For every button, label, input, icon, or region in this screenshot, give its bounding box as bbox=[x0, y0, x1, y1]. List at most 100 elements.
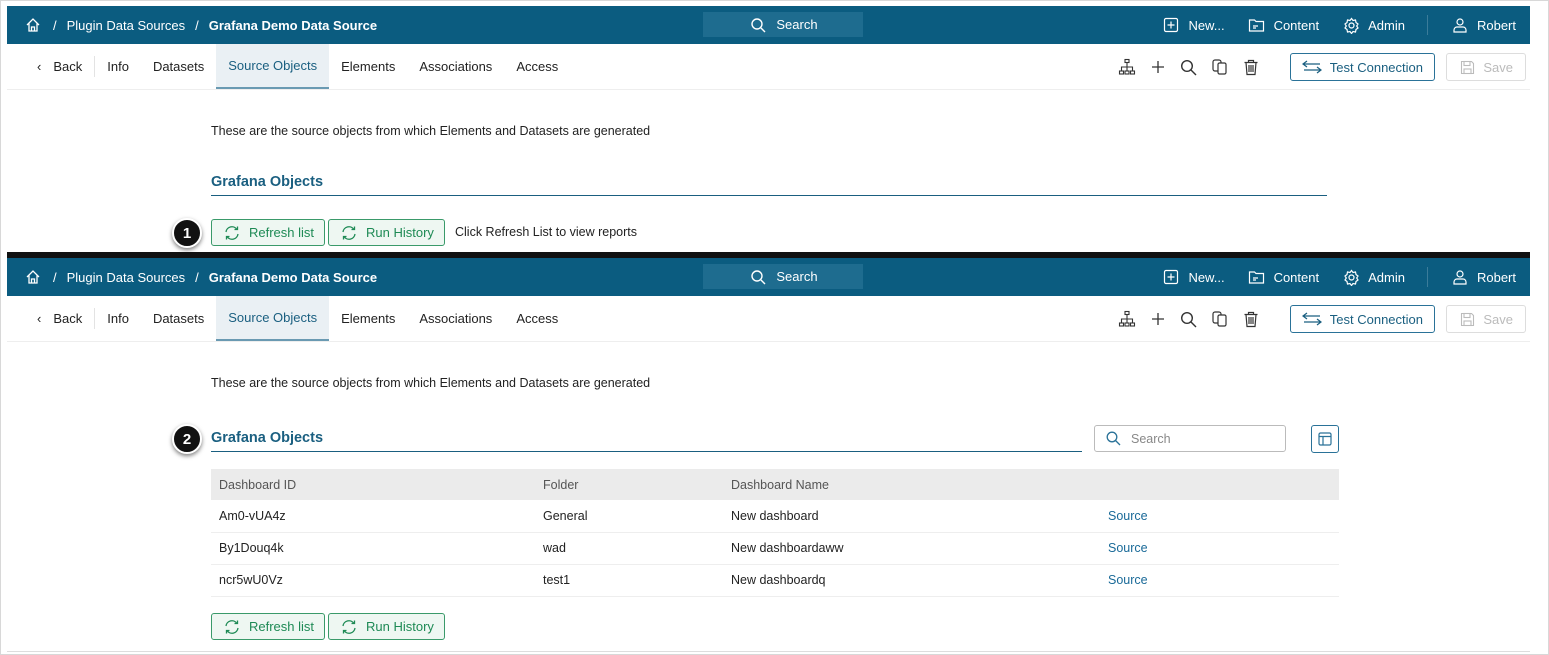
source-link[interactable]: Source bbox=[1108, 541, 1148, 555]
tab-associations[interactable]: Associations bbox=[407, 296, 504, 341]
content-button[interactable]: Content bbox=[1247, 15, 1319, 35]
column-header bbox=[1100, 469, 1339, 500]
tab-datasets[interactable]: Datasets bbox=[141, 44, 216, 89]
source-cell: Source bbox=[1100, 532, 1339, 565]
new-button[interactable]: New... bbox=[1161, 15, 1225, 35]
refresh-list-button[interactable]: Refresh list bbox=[211, 613, 326, 640]
user-icon bbox=[1450, 267, 1470, 287]
gear-icon bbox=[1341, 267, 1361, 287]
tab-source-objects[interactable]: Source Objects bbox=[216, 296, 330, 341]
tab-access[interactable]: Access bbox=[504, 296, 570, 341]
chevron-left-icon: ‹ bbox=[37, 59, 42, 74]
source-cell: Source bbox=[1100, 564, 1339, 597]
step-badge: 1 bbox=[172, 218, 202, 248]
section-title: Grafana Objects bbox=[211, 430, 1082, 452]
columns-button[interactable] bbox=[1311, 425, 1339, 453]
trash-icon[interactable] bbox=[1241, 309, 1261, 329]
hierarchy-icon[interactable] bbox=[1117, 57, 1137, 77]
plus-icon[interactable] bbox=[1148, 57, 1168, 77]
floppy-disk-icon bbox=[1459, 57, 1475, 77]
table-row: By1Douq4k wad New dashboardaww Source bbox=[211, 532, 1339, 565]
plus-square-icon bbox=[1161, 267, 1181, 287]
folder-icon bbox=[1247, 267, 1267, 287]
source-link[interactable]: Source bbox=[1108, 573, 1148, 587]
run-history-button[interactable]: Run History bbox=[328, 219, 445, 246]
folder-cell: wad bbox=[535, 532, 723, 565]
hint-text: Click Refresh List to view reports bbox=[455, 225, 638, 239]
table-row: Am0-vUA4z General New dashboard Source bbox=[211, 500, 1339, 533]
search-icon bbox=[1103, 429, 1123, 449]
table-layout-icon bbox=[1315, 429, 1335, 449]
panel-after-refresh: / Plugin Data Sources / Grafana Demo Dat… bbox=[7, 258, 1530, 652]
test-connection-button[interactable]: Test Connection bbox=[1289, 305, 1435, 333]
test-connection-button[interactable]: Test Connection bbox=[1289, 53, 1435, 81]
breadcrumb: / Plugin Data Sources / Grafana Demo Dat… bbox=[7, 15, 377, 35]
refresh-icon bbox=[339, 617, 359, 637]
dashboard-name-cell: New dashboardaww bbox=[723, 532, 1100, 565]
home-icon[interactable] bbox=[23, 15, 43, 35]
dashboard-name-cell: New dashboardq bbox=[723, 564, 1100, 597]
floppy-disk-icon bbox=[1459, 309, 1475, 329]
content-button[interactable]: Content bbox=[1247, 267, 1319, 287]
tab-elements[interactable]: Elements bbox=[329, 296, 407, 341]
save-button[interactable]: Save bbox=[1446, 53, 1526, 81]
dashboard-id-cell: Am0-vUA4z bbox=[211, 500, 535, 533]
search-icon[interactable] bbox=[1179, 57, 1199, 77]
trash-icon[interactable] bbox=[1241, 57, 1261, 77]
refresh-list-button[interactable]: Refresh list bbox=[211, 219, 326, 246]
search-icon bbox=[748, 267, 768, 287]
run-history-button[interactable]: Run History bbox=[328, 613, 445, 640]
breadcrumb-current: Grafana Demo Data Source bbox=[208, 269, 378, 285]
copy-icon[interactable] bbox=[1210, 57, 1230, 77]
column-header[interactable]: Folder bbox=[535, 469, 723, 500]
global-search[interactable]: Search bbox=[703, 12, 863, 37]
intro-text: These are the source objects from which … bbox=[211, 124, 651, 138]
back-button[interactable]: ‹ Back bbox=[7, 308, 96, 329]
table-search-input[interactable]: Search bbox=[1094, 425, 1286, 452]
user-menu[interactable]: Robert bbox=[1450, 15, 1516, 35]
tab-associations[interactable]: Associations bbox=[407, 44, 504, 89]
column-header[interactable]: Dashboard ID bbox=[211, 469, 535, 500]
gear-icon bbox=[1341, 15, 1361, 35]
step-badge: 2 bbox=[172, 424, 202, 454]
top-nav-bar: / Plugin Data Sources / Grafana Demo Dat… bbox=[7, 6, 1530, 44]
home-icon[interactable] bbox=[23, 267, 43, 287]
back-button[interactable]: ‹ Back bbox=[7, 56, 96, 77]
refresh-icon bbox=[339, 223, 359, 243]
admin-button[interactable]: Admin bbox=[1341, 267, 1405, 287]
plus-icon[interactable] bbox=[1148, 309, 1168, 329]
dashboard-id-cell: ncr5wU0Vz bbox=[211, 564, 535, 597]
user-icon bbox=[1450, 15, 1470, 35]
section-title: Grafana Objects bbox=[211, 174, 1327, 196]
search-icon bbox=[748, 15, 768, 35]
breadcrumb: / Plugin Data Sources / Grafana Demo Dat… bbox=[7, 267, 377, 287]
refresh-icon bbox=[222, 223, 242, 243]
save-button[interactable]: Save bbox=[1446, 305, 1526, 333]
plus-square-icon bbox=[1161, 15, 1181, 35]
new-button[interactable]: New... bbox=[1161, 267, 1225, 287]
column-header[interactable]: Dashboard Name bbox=[723, 469, 1100, 500]
breadcrumb-current: Grafana Demo Data Source bbox=[208, 17, 378, 33]
global-search[interactable]: Search bbox=[703, 264, 863, 289]
tab-info[interactable]: Info bbox=[95, 44, 141, 89]
tab-access[interactable]: Access bbox=[504, 44, 570, 89]
dashboard-id-cell: By1Douq4k bbox=[211, 532, 535, 565]
panel-before-refresh: / Plugin Data Sources / Grafana Demo Dat… bbox=[7, 6, 1530, 252]
chevron-left-icon: ‹ bbox=[37, 311, 42, 326]
tab-source-objects[interactable]: Source Objects bbox=[216, 44, 330, 89]
tab-datasets[interactable]: Datasets bbox=[141, 296, 216, 341]
breadcrumb-plugin-data-sources[interactable]: Plugin Data Sources bbox=[67, 18, 186, 33]
source-link[interactable]: Source bbox=[1108, 509, 1148, 523]
hierarchy-icon[interactable] bbox=[1117, 309, 1137, 329]
folder-cell: test1 bbox=[535, 564, 723, 597]
search-icon[interactable] bbox=[1179, 309, 1199, 329]
admin-button[interactable]: Admin bbox=[1341, 15, 1405, 35]
dashboard-name-cell: New dashboard bbox=[723, 500, 1100, 533]
tab-elements[interactable]: Elements bbox=[329, 44, 407, 89]
tab-info[interactable]: Info bbox=[95, 296, 141, 341]
breadcrumb-plugin-data-sources[interactable]: Plugin Data Sources bbox=[67, 270, 186, 285]
table-row: ncr5wU0Vz test1 New dashboardq Source bbox=[211, 564, 1339, 597]
copy-icon[interactable] bbox=[1210, 309, 1230, 329]
user-menu[interactable]: Robert bbox=[1450, 267, 1516, 287]
tab-bar: ‹ Back Info Datasets Source Objects Eleme… bbox=[7, 296, 1530, 342]
